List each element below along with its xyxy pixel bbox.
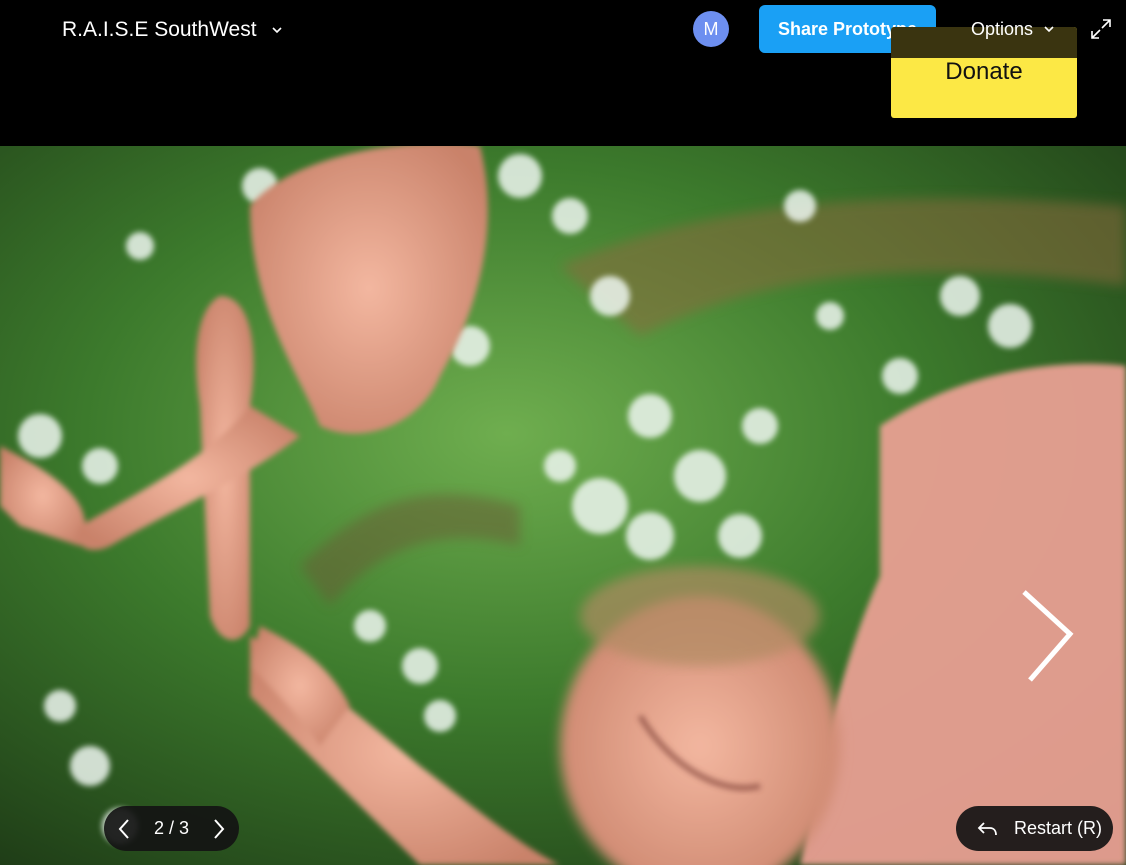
project-title: R.A.I.S.E SouthWest: [62, 18, 257, 41]
prototype-slide: 2 / 3 Restart (R): [0, 146, 1126, 865]
prototype-header: R.A.I.S.E SouthWest M Share Prototype Do…: [0, 0, 1126, 146]
project-menu[interactable]: R.A.I.S.E SouthWest: [62, 14, 283, 46]
page-indicator: 2 / 3: [153, 818, 190, 838]
chevron-right-icon[interactable]: [1010, 586, 1082, 686]
chevron-left-icon: [118, 818, 129, 839]
avatar-initial: M: [703, 18, 719, 39]
slide-pager: 2 / 3: [104, 806, 239, 851]
chevron-down-icon: [1044, 26, 1054, 33]
user-avatar[interactable]: M: [693, 11, 729, 47]
slide-photo: [0, 146, 1126, 865]
expand-icon[interactable]: [1090, 18, 1112, 40]
options-label: Options: [971, 18, 1034, 39]
restart-label: Restart (R): [1014, 818, 1103, 838]
previous-slide-button[interactable]: [114, 816, 134, 842]
chevron-down-icon: [271, 27, 282, 34]
return-arrow-icon: [977, 821, 997, 835]
options-menu[interactable]: Options: [971, 16, 1055, 42]
next-slide-button[interactable]: [209, 816, 229, 842]
restart-button[interactable]: Restart (R): [956, 806, 1113, 851]
donate-label: Donate: [945, 58, 1023, 85]
chevron-right-icon: [214, 818, 225, 839]
